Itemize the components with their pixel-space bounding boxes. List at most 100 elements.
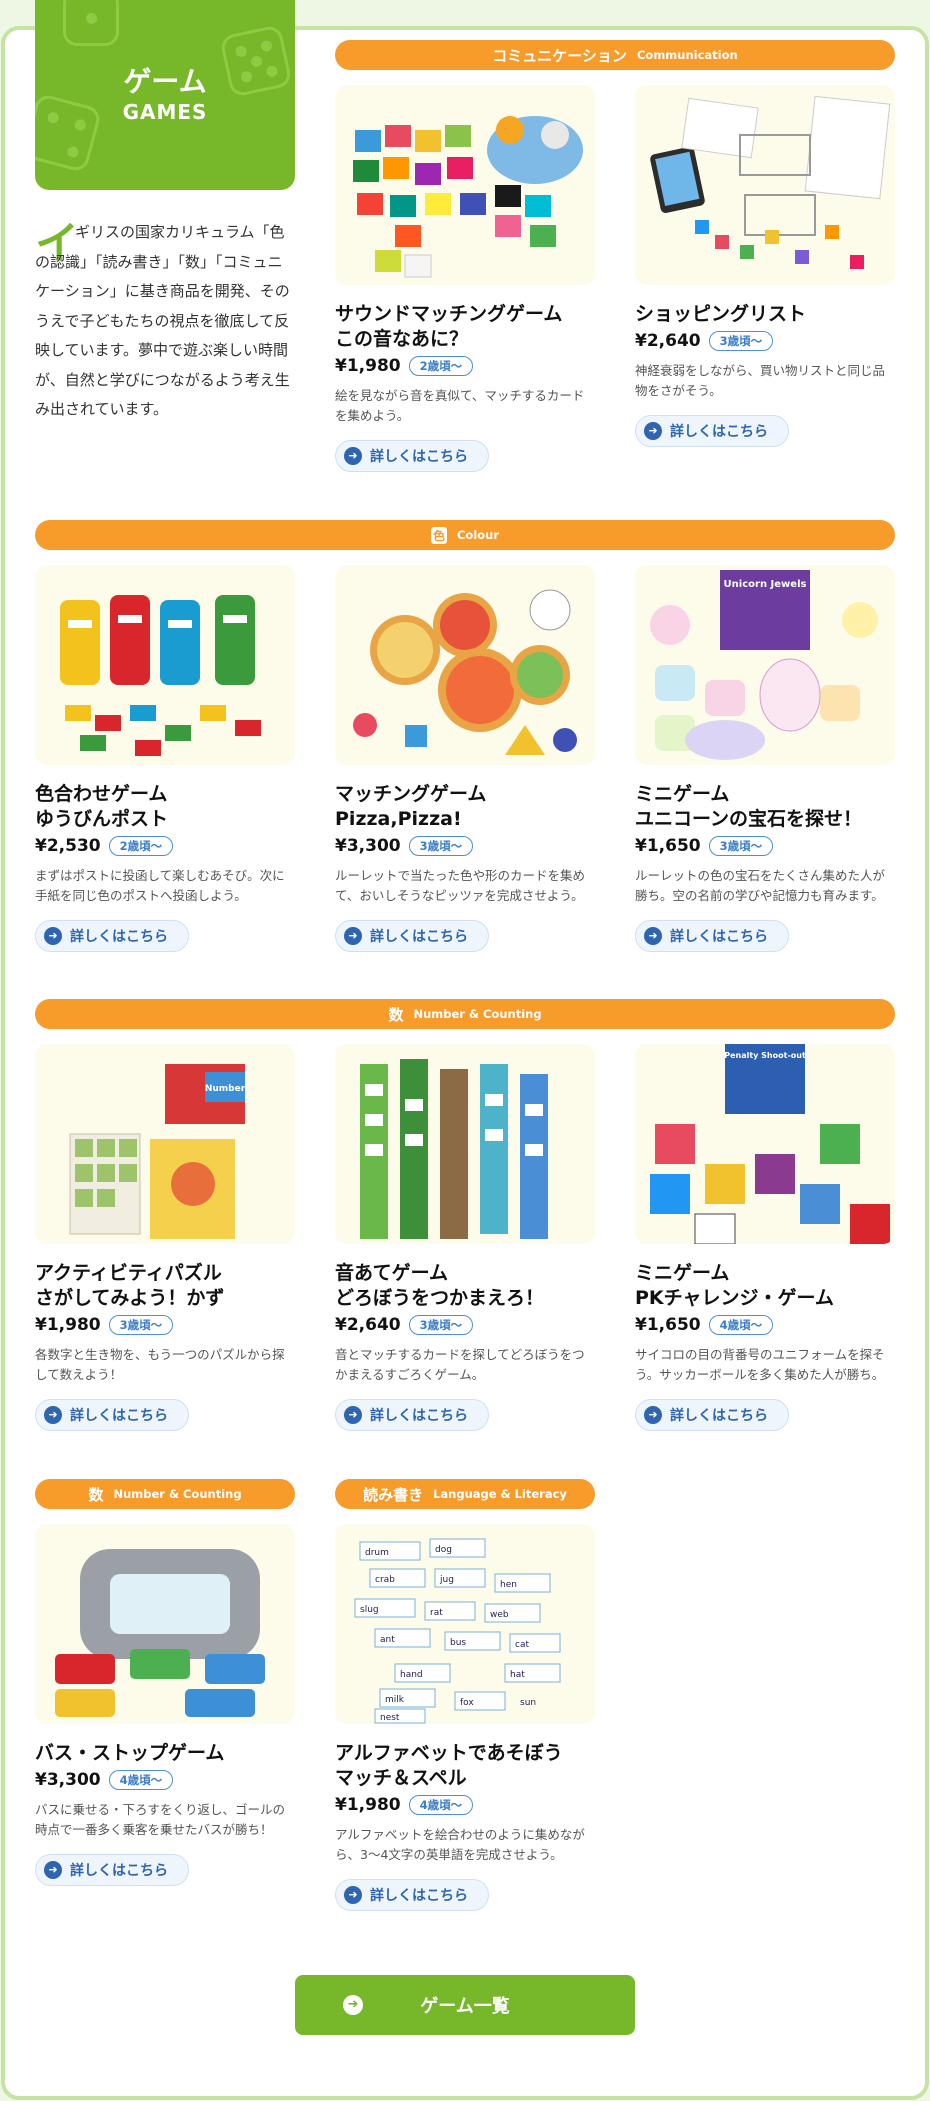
- product-name[interactable]: 色合わせゲーム ゆうびんポスト: [35, 782, 295, 832]
- arrow-right-icon: ➜: [344, 1886, 362, 1904]
- product-card[interactable]: 音あてゲーム どろぼうをつかまえろ！ ¥2,640 3歳頃〜 音とマッチするカード…: [335, 1044, 595, 1431]
- arrow-right-icon: ➜: [44, 927, 62, 945]
- arrow-right-icon: ➜: [644, 422, 662, 440]
- product-name[interactable]: ショッピングリスト: [635, 302, 895, 327]
- tile-word: ant: [380, 1635, 395, 1645]
- arrow-right-icon: ➜: [343, 1995, 363, 2015]
- product-card[interactable]: サウンドマッチングゲーム この音なあに？ ¥1,980 2歳頃〜 絵を見ながら音を…: [335, 85, 595, 472]
- product-name[interactable]: 音あてゲーム どろぼうをつかまえろ！: [335, 1261, 595, 1311]
- tile-word: hen: [500, 1580, 517, 1590]
- product-price: ¥1,980: [335, 356, 401, 376]
- product-card[interactable]: Penalty Shoot-out ミニゲーム PKチャレンジ・ゲーム ¥1,6…: [635, 1044, 895, 1431]
- dice-icon: [63, 0, 119, 46]
- tile-word: hat: [510, 1670, 525, 1680]
- colour-icon: 色: [430, 526, 447, 544]
- tile-word: fox: [460, 1698, 474, 1708]
- product-image[interactable]: [335, 565, 595, 765]
- product-price: ¥3,300: [35, 1770, 101, 1790]
- number-icon: 数: [88, 1485, 104, 1504]
- box-title: Unicorn Jewels: [724, 579, 807, 590]
- age-badge: 3歳頃〜: [108, 1315, 174, 1335]
- product-price: ¥3,300: [335, 836, 401, 856]
- tile-word: jug: [439, 1575, 454, 1585]
- product-description: ルーレットの色の宝石をたくさん集めた人が勝ち。空の名前の学びや記憶力も育みます。: [635, 868, 886, 903]
- age-badge: 3歳頃〜: [708, 331, 774, 351]
- age-badge: 4歳頃〜: [408, 1795, 474, 1815]
- product-image[interactable]: Number: [35, 1044, 295, 1244]
- product-card[interactable]: Unicorn Jewels ミニゲーム ユニコーンの宝石を探せ！ ¥1,650…: [635, 565, 895, 952]
- product-price: ¥2,640: [635, 331, 701, 351]
- product-description: 音とマッチするカードを探してどろぼうをつかまえるすごろくゲーム。: [335, 1347, 585, 1382]
- product-price: ¥1,980: [35, 1315, 101, 1335]
- category-colour: 色 Colour: [35, 520, 895, 550]
- tile-word: web: [490, 1610, 509, 1620]
- tile-word: hand: [400, 1670, 423, 1680]
- product-price: ¥1,650: [635, 836, 701, 856]
- box-title: Number: [205, 1084, 246, 1094]
- details-button[interactable]: ➜ 詳しくはこちら: [35, 920, 189, 952]
- details-button[interactable]: ➜ 詳しくはこちら: [335, 920, 489, 952]
- product-image[interactable]: Penalty Shoot-out: [635, 1044, 895, 1244]
- product-price: ¥2,530: [35, 836, 101, 856]
- details-button[interactable]: ➜ 詳しくはこちら: [635, 415, 789, 447]
- product-image[interactable]: [335, 1044, 595, 1244]
- tile-word: crab: [375, 1575, 395, 1585]
- age-badge: 2歳頃〜: [408, 356, 474, 376]
- product-name[interactable]: アクティビティパズル さがしてみよう！かず: [35, 1261, 295, 1311]
- product-description: 各数字と生き物を、もう一つのパズルから探して数えよう！: [35, 1347, 285, 1382]
- details-button[interactable]: ➜ 詳しくはこちら: [35, 1399, 189, 1431]
- product-card[interactable]: 色合わせゲーム ゆうびんポスト ¥2,530 2歳頃〜 まずはポストに投函して楽し…: [35, 565, 295, 952]
- product-price: ¥1,650: [635, 1315, 701, 1335]
- product-card[interactable]: マッチングゲーム Pizza,Pizza! ¥3,300 3歳頃〜 ルーレットで当…: [335, 565, 595, 952]
- category-number-2: 数 Number & Counting: [35, 1479, 295, 1509]
- product-name[interactable]: ミニゲーム ユニコーンの宝石を探せ！: [635, 782, 895, 832]
- product-card[interactable]: drum dog crab jug hen slug rat web ant b…: [335, 1524, 595, 1911]
- intro-text: ギリスの国家カリキュラム「色の認識」「読み書き」「数」「コミュニケーション」に基…: [35, 223, 290, 418]
- product-image[interactable]: [635, 85, 895, 285]
- age-badge: 4歳頃〜: [108, 1770, 174, 1790]
- details-button[interactable]: ➜ 詳しくはこちら: [35, 1854, 189, 1886]
- age-badge: 3歳頃〜: [708, 836, 774, 856]
- category-number: 数 Number & Counting: [35, 999, 895, 1029]
- category-literacy: 読み書き Language & Literacy: [335, 1479, 595, 1509]
- tile-word: rat: [430, 1608, 443, 1618]
- product-description: 神経衰弱をしながら、買い物リストと同じ品物をさがそう。: [635, 363, 886, 398]
- arrow-right-icon: ➜: [344, 447, 362, 465]
- details-button[interactable]: ➜ 詳しくはこちら: [635, 920, 789, 952]
- product-name[interactable]: マッチングゲーム Pizza,Pizza!: [335, 782, 595, 832]
- age-badge: 3歳頃〜: [408, 1315, 474, 1335]
- product-image[interactable]: [35, 565, 295, 765]
- details-button[interactable]: ➜ 詳しくはこちら: [335, 440, 489, 472]
- arrow-right-icon: ➜: [644, 927, 662, 945]
- tile-word: bus: [450, 1638, 466, 1648]
- games-list-button[interactable]: ➜ ゲーム一覧: [295, 1975, 635, 2035]
- product-image[interactable]: drum dog crab jug hen slug rat web ant b…: [335, 1524, 595, 1724]
- details-button[interactable]: ➜ 詳しくはこちら: [335, 1879, 489, 1911]
- details-button[interactable]: ➜ 詳しくはこちら: [335, 1399, 489, 1431]
- tile-word: nest: [380, 1713, 400, 1723]
- product-name[interactable]: サウンドマッチングゲーム この音なあに？: [335, 302, 595, 352]
- product-name[interactable]: ミニゲーム PKチャレンジ・ゲーム: [635, 1261, 895, 1311]
- product-card[interactable]: バス・ストップゲーム ¥3,300 4歳頃〜 バスに乗せる・下ろすをくり返し、ゴー…: [35, 1524, 295, 1886]
- category-communication: コミュニケーション Communication: [335, 40, 895, 70]
- details-button[interactable]: ➜ 詳しくはこちら: [635, 1399, 789, 1431]
- product-description: サイコロの目の背番号のユニフォームを探そう。サッカーボールを多く集めた人が勝ち。: [635, 1347, 885, 1382]
- box-title: Penalty Shoot-out: [724, 1051, 806, 1060]
- tile-word: dog: [435, 1545, 452, 1555]
- product-name[interactable]: バス・ストップゲーム: [35, 1741, 295, 1766]
- arrow-right-icon: ➜: [644, 1406, 662, 1424]
- age-badge: 3歳頃〜: [408, 836, 474, 856]
- product-description: アルファベットを絵合わせのように集めながら、3〜4文字の英単語を完成させよう。: [335, 1827, 585, 1862]
- product-name[interactable]: アルファベットであそぼう マッチ＆スペル: [335, 1741, 595, 1791]
- product-image[interactable]: [335, 85, 595, 285]
- product-card[interactable]: Number アクティビティパズル さがしてみよう！かず ¥1,980 3歳頃〜 …: [35, 1044, 295, 1431]
- product-card[interactable]: ショッピングリスト ¥2,640 3歳頃〜 神経衰弱をしながら、買い物リストと同じ…: [635, 85, 895, 447]
- product-price: ¥1,980: [335, 1795, 401, 1815]
- product-image[interactable]: Unicorn Jewels: [635, 565, 895, 765]
- tile-word: drum: [365, 1548, 389, 1558]
- product-description: バスに乗せる・下ろすをくり返し、ゴールの時点で一番多く乗客を乗せたバスが勝ち！: [35, 1802, 286, 1837]
- page-title: ゲーム: [123, 65, 207, 98]
- tile-word: cat: [515, 1640, 529, 1650]
- product-image[interactable]: [35, 1524, 295, 1724]
- arrow-right-icon: ➜: [44, 1861, 62, 1879]
